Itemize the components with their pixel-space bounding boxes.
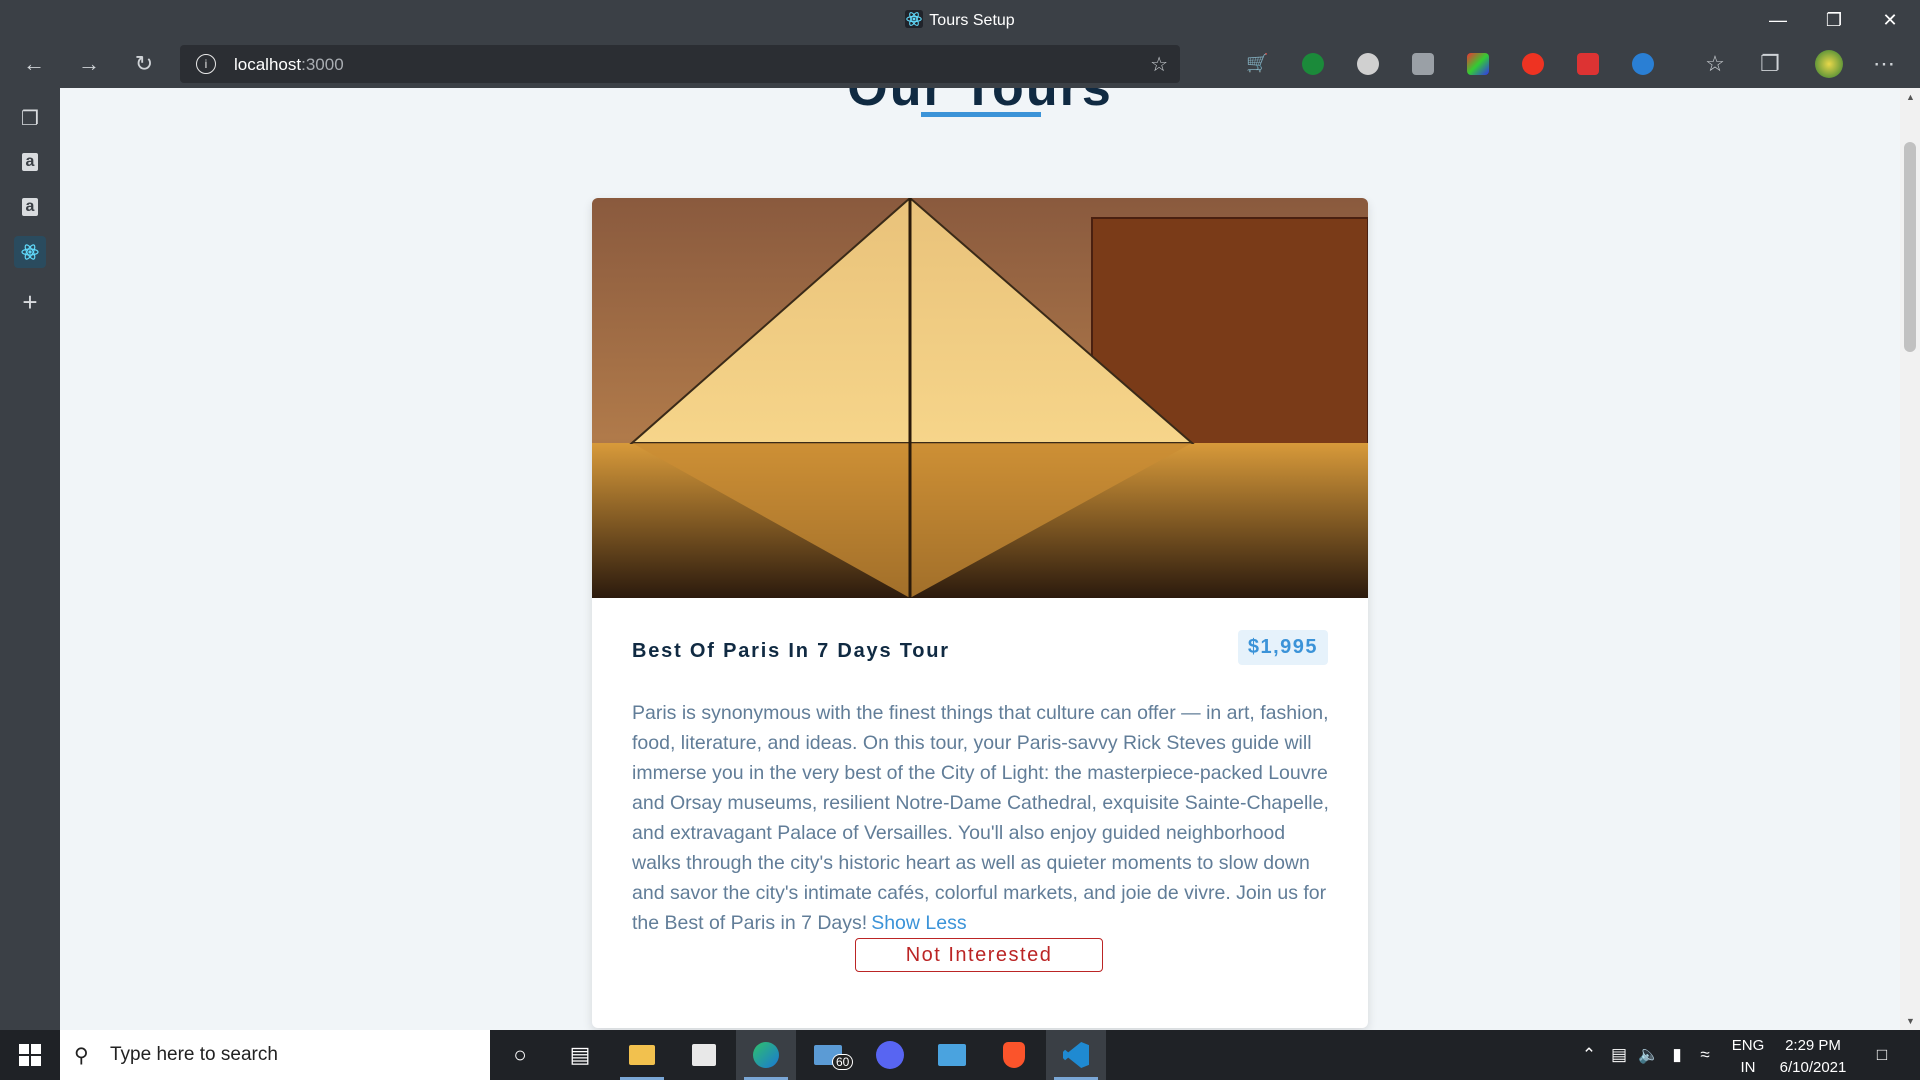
tour-info: Paris is synonymous with the finest thin… — [632, 698, 1332, 938]
show-hidden-icons-icon[interactable]: ⌃ — [1576, 1030, 1602, 1080]
cortana-icon[interactable]: ○ — [490, 1030, 550, 1080]
input-language[interactable]: ENG IN — [1725, 1035, 1771, 1079]
cart-extension-icon[interactable]: 🛒 — [1246, 53, 1268, 75]
discord-icon[interactable] — [860, 1030, 920, 1080]
vscode-icon[interactable] — [1046, 1030, 1106, 1080]
red-extension-icon[interactable] — [1577, 53, 1599, 75]
clock-time: 2:29 PM — [1785, 1037, 1841, 1054]
page-content: Our Tours Best Of Paris In 7 Days Tour $… — [60, 88, 1900, 1030]
brave-browser-icon[interactable] — [984, 1030, 1044, 1080]
favorites-icon[interactable]: ☆ — [1697, 46, 1733, 82]
copy-extension-icon[interactable] — [1412, 53, 1434, 75]
color-extension-icon[interactable] — [1467, 53, 1489, 75]
windows-taskbar: ⚲ Type here to search ○ ▤ 60 ⌃ ▤ 🔈 ▮ ≈ E… — [0, 1030, 1920, 1080]
forward-arrow-icon[interactable]: → — [71, 46, 107, 82]
scroll-down-arrow-icon[interactable]: ▼ — [1906, 1016, 1915, 1026]
store-icon[interactable] — [674, 1030, 734, 1080]
address-bar[interactable]: i localhost:3000 ☆ — [180, 45, 1180, 83]
control-panel-icon[interactable] — [922, 1030, 982, 1080]
tour-image — [592, 198, 1368, 598]
react-tab-icon[interactable] — [14, 236, 46, 268]
blue-extension-icon[interactable] — [1632, 53, 1654, 75]
mail-icon[interactable]: 60 — [798, 1030, 858, 1080]
window-title: Tours Setup — [0, 10, 1920, 30]
notifications-icon[interactable]: □ — [1862, 1030, 1902, 1080]
record-extension-icon[interactable] — [1357, 53, 1379, 75]
close-button[interactable]: ✕ — [1862, 0, 1918, 40]
meet-now-icon[interactable]: ▤ — [1606, 1030, 1632, 1080]
tour-card: Best Of Paris In 7 Days Tour $1,995 Pari… — [592, 198, 1368, 1028]
region-code: IN — [1740, 1059, 1756, 1076]
window-titlebar: Tours Setup — ❐ ✕ — [0, 0, 1920, 40]
file-explorer-icon[interactable] — [612, 1030, 672, 1080]
browser-toolbar: ← → ↻ i localhost:3000 ☆ 🛒 ☆ ❐ ⋯ — [0, 40, 1920, 88]
clock-date: 6/10/2021 — [1779, 1059, 1847, 1076]
task-view-icon[interactable]: ▤ — [550, 1030, 610, 1080]
back-arrow-icon[interactable]: ← — [16, 46, 52, 82]
restore-button[interactable]: ❐ — [1806, 0, 1862, 40]
battery-icon[interactable]: ▮ — [1664, 1030, 1690, 1080]
new-tab-plus-icon[interactable]: + — [14, 286, 46, 318]
refresh-icon[interactable]: ↻ — [126, 46, 162, 82]
tab-actions-icon[interactable]: ❐ — [14, 102, 46, 134]
edge-browser-icon[interactable] — [736, 1030, 796, 1080]
not-interested-button[interactable]: Not Interested — [855, 938, 1103, 972]
wifi-icon[interactable]: ≈ — [1692, 1030, 1718, 1080]
title-underline — [921, 112, 1041, 117]
tour-price: $1,995 — [1237, 630, 1328, 665]
more-options-icon[interactable]: ⋯ — [1866, 46, 1902, 82]
react-logo-icon — [905, 10, 924, 28]
scroll-up-arrow-icon[interactable]: ▲ — [1906, 92, 1915, 102]
profile-avatar[interactable] — [1815, 50, 1843, 78]
grammarly-extension-icon[interactable] — [1302, 53, 1324, 75]
search-placeholder: Type here to search — [110, 1044, 278, 1065]
window-title-text: Tours Setup — [929, 12, 1015, 29]
add-favorite-icon[interactable]: ☆ — [1150, 52, 1168, 77]
amazon-tab-icon[interactable]: a — [14, 191, 46, 223]
taskbar-search[interactable]: ⚲ Type here to search — [60, 1030, 490, 1080]
vertical-tabs-sidebar: ❐ a a + — [0, 88, 60, 1030]
start-button[interactable] — [0, 1030, 60, 1080]
windows-logo-icon — [19, 1044, 41, 1066]
url-port: :3000 — [301, 55, 344, 74]
url-text[interactable]: localhost:3000 — [234, 55, 344, 75]
d-extension-icon[interactable] — [1522, 53, 1544, 75]
search-icon: ⚲ — [74, 1045, 89, 1067]
minimize-button[interactable]: — — [1750, 0, 1806, 40]
vertical-scrollbar[interactable]: ▲ ▼ — [1900, 88, 1920, 1030]
amazon-tab-icon[interactable]: a — [14, 146, 46, 178]
mail-badge: 60 — [832, 1054, 854, 1070]
url-host: localhost — [234, 55, 302, 74]
language-code: ENG — [1731, 1037, 1765, 1054]
site-info-icon[interactable]: i — [196, 54, 216, 74]
tour-info-text: Paris is synonymous with the finest thin… — [632, 702, 1329, 934]
volume-icon[interactable]: 🔈 — [1636, 1030, 1662, 1080]
collections-icon[interactable]: ❐ — [1752, 46, 1788, 82]
scrollbar-thumb[interactable] — [1904, 142, 1916, 352]
taskbar-clock[interactable]: 2:29 PM 6/10/2021 — [1768, 1035, 1858, 1079]
tour-name: Best Of Paris In 7 Days Tour — [632, 640, 950, 662]
show-less-button[interactable]: Show Less — [871, 912, 966, 934]
